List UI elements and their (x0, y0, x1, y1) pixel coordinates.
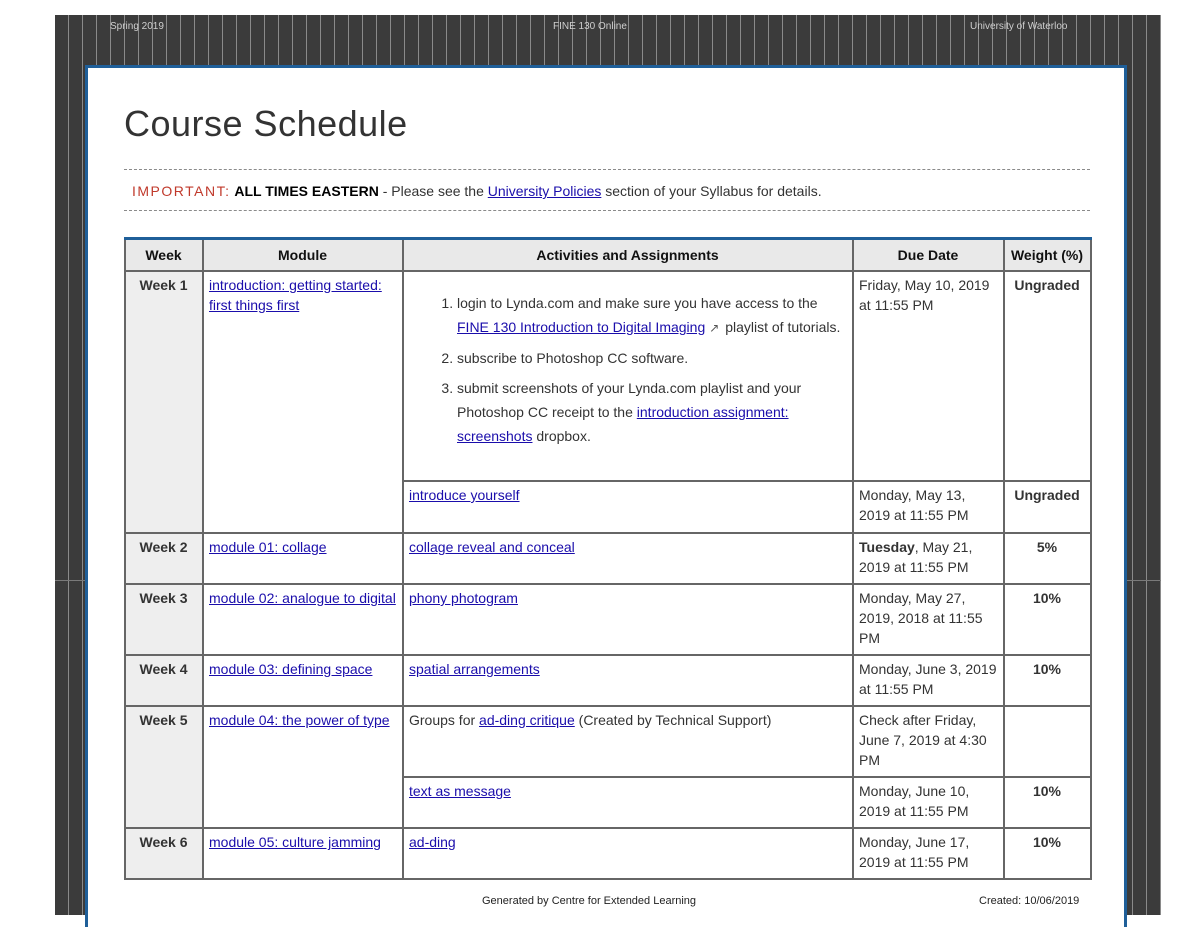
weight-cell: 5% (1003, 532, 1092, 585)
table-header-row: Week Module Activities and Assignments D… (124, 237, 1092, 272)
module-cell: introduction: getting started: first thi… (202, 270, 404, 534)
list-item: submit screenshots of your Lynda.com pla… (457, 376, 846, 448)
groups-text-pre: Groups for (409, 712, 480, 728)
column-header-week: Week (124, 237, 204, 272)
column-header-weight: Weight (%) (1003, 237, 1092, 272)
page-header: Spring 2019 FINE 130 Online University o… (55, 15, 1161, 65)
weight-cell: Ungraded (1003, 480, 1092, 534)
module-cell: module 03: defining space (202, 654, 404, 707)
module-cell: module 04: the power of type (202, 705, 404, 829)
module-link-space[interactable]: module 03: defining space (209, 661, 372, 677)
activities-cell: text as message (402, 776, 854, 829)
photogram-assignment-link[interactable]: phony photogram (409, 590, 518, 606)
page-title: Course Schedule (124, 103, 408, 144)
table-row: Week 6 module 05: culture jamming ad-din… (124, 827, 1092, 880)
due-date-cell: Check after Friday, June 7, 2019 at 4:30… (852, 705, 1005, 778)
due-date-cell: Monday, May 27, 2019, 2018 at 11:55 PM (852, 583, 1005, 656)
header-term: Spring 2019 (110, 21, 164, 32)
table-row: Week 5 module 04: the power of type Grou… (124, 705, 1092, 829)
table-row: Week 2 module 01: collage collage reveal… (124, 532, 1092, 585)
module-link-collage[interactable]: module 01: collage (209, 539, 327, 555)
week-cell: Week 3 (124, 583, 204, 656)
external-link-icon[interactable]: ↗ (709, 316, 719, 340)
important-notice: IMPORTANT: ALL TIMES EASTERN - Please se… (124, 169, 1090, 211)
activities-cell: ad-ding (402, 827, 854, 880)
weight-cell: 10% (1003, 583, 1092, 656)
list-item: login to Lynda.com and make sure you hav… (457, 291, 846, 340)
module-link-culture[interactable]: module 05: culture jamming (209, 834, 381, 850)
playlist-link[interactable]: FINE 130 Introduction to Digital Imaging (457, 319, 705, 335)
module-link-introduction[interactable]: introduction: getting started: first thi… (209, 277, 382, 313)
activities-cell: introduce yourself (402, 480, 854, 534)
notice-text-post: section of your Syllabus for details. (601, 183, 822, 199)
activities-list: login to Lynda.com and make sure you hav… (409, 291, 846, 448)
due-date-cell: Monday, May 13, 2019 at 11:55 PM (852, 480, 1005, 534)
footer-generated-by: Generated by Centre for Extended Learnin… (482, 895, 697, 907)
footer-created-date: Created: 10/06/2019 (979, 895, 1080, 907)
activities-cell: login to Lynda.com and make sure you hav… (402, 270, 854, 482)
header-institution: University of Waterloo (970, 21, 1068, 32)
list-item: subscribe to Photoshop CC software. (457, 346, 846, 370)
module-cell: module 05: culture jamming (202, 827, 404, 880)
ad-ding-critique-link[interactable]: ad-ding critique (479, 712, 575, 728)
weight-cell: 10% (1003, 827, 1092, 880)
spatial-assignment-link[interactable]: spatial arrangements (409, 661, 540, 677)
week-cell: Week 4 (124, 654, 204, 707)
list-item-text: login to Lynda.com and make sure you hav… (457, 295, 818, 311)
activities-cell: phony photogram (402, 583, 854, 656)
module-cell: module 02: analogue to digital (202, 583, 404, 656)
table-row: Week 1 introduction: getting started: fi… (124, 270, 1092, 534)
due-date-cell: Friday, May 10, 2019 at 11:55 PM (852, 270, 1005, 482)
weight-cell: 10% (1003, 776, 1092, 829)
column-header-activities: Activities and Assignments (402, 237, 854, 272)
column-header-due-date: Due Date (852, 237, 1005, 272)
week-cell: Week 2 (124, 532, 204, 585)
due-date-cell: Monday, June 17, 2019 at 11:55 PM (852, 827, 1005, 880)
introduce-yourself-link[interactable]: introduce yourself (409, 487, 520, 503)
notice-text-pre: - Please see the (378, 183, 488, 199)
groups-text-post: (Created by Technical Support) (574, 712, 772, 728)
collage-assignment-link[interactable]: collage reveal and conceal (409, 539, 575, 555)
week-cell: Week 6 (124, 827, 204, 880)
due-date-cell: Monday, June 10, 2019 at 11:55 PM (852, 776, 1005, 829)
module-link-type[interactable]: module 04: the power of type (209, 712, 390, 728)
notice-emphasis: ALL TIMES EASTERN (234, 183, 379, 199)
header-course: FINE 130 Online (553, 21, 627, 32)
week-cell: Week 5 (124, 705, 204, 829)
weight-cell: 10% (1003, 654, 1092, 707)
activities-cell: collage reveal and conceal (402, 532, 854, 585)
list-item-text: dropbox. (532, 428, 591, 444)
activities-cell: spatial arrangements (402, 654, 854, 707)
module-cell: module 01: collage (202, 532, 404, 585)
due-date-cell: Monday, June 3, 2019 at 11:55 PM (852, 654, 1005, 707)
important-label: IMPORTANT: (132, 183, 231, 199)
weight-cell (1003, 705, 1092, 778)
list-item-text: playlist of tutorials. (721, 319, 841, 335)
schedule-table: Week Module Activities and Assignments D… (124, 237, 1092, 880)
weight-cell: Ungraded (1003, 270, 1092, 482)
table-row: Week 3 module 02: analogue to digital ph… (124, 583, 1092, 656)
column-header-module: Module (202, 237, 404, 272)
university-policies-link[interactable]: University Policies (488, 183, 602, 199)
activities-cell: Groups for ad-ding critique (Created by … (402, 705, 854, 778)
week-cell: Week 1 (124, 270, 204, 534)
ad-ding-assignment-link[interactable]: ad-ding (409, 834, 456, 850)
due-date-day: Tuesday (859, 539, 915, 555)
module-link-analogue[interactable]: module 02: analogue to digital (209, 590, 396, 606)
text-as-message-link[interactable]: text as message (409, 783, 511, 799)
due-date-cell: Tuesday, May 21, 2019 at 11:55 PM (852, 532, 1005, 585)
table-row: Week 4 module 03: defining space spatial… (124, 654, 1092, 707)
